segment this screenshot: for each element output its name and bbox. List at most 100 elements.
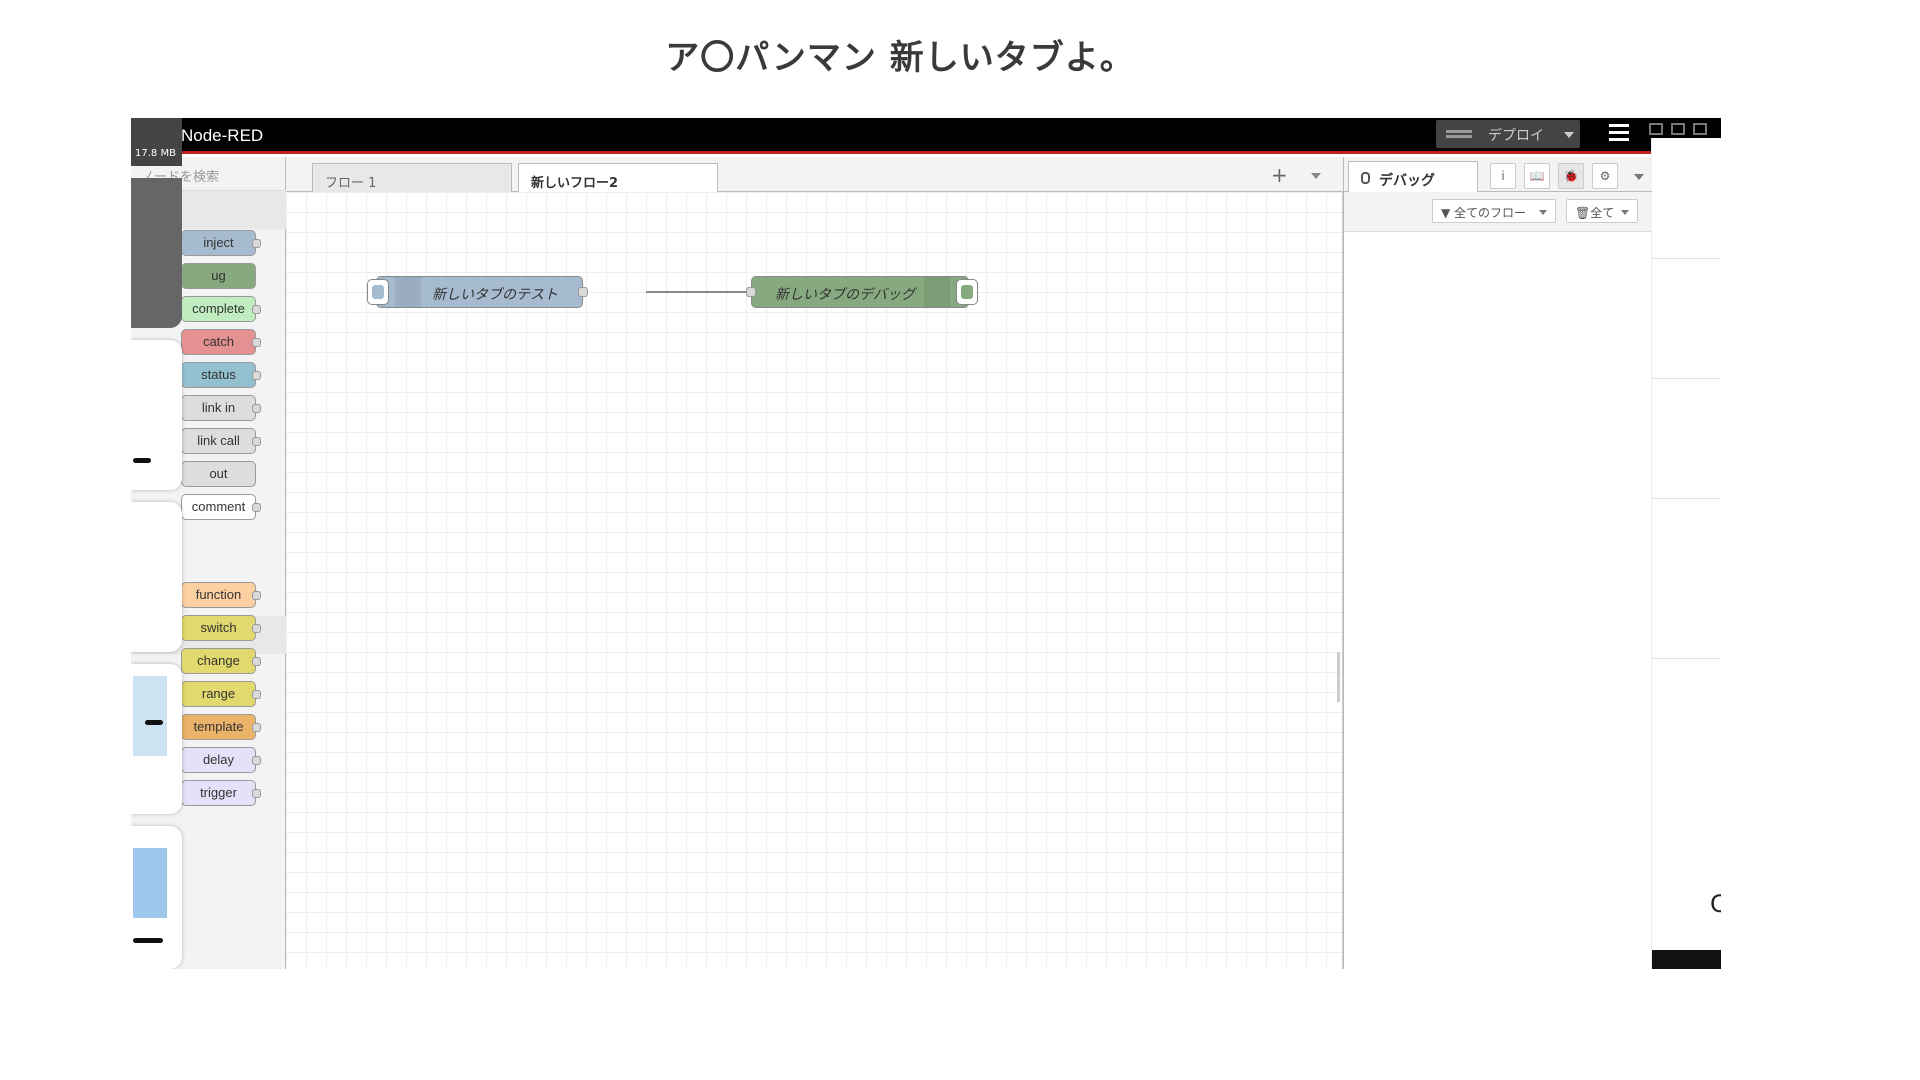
node-red-window: Node-RED デプロイ C ノードを検索 injectugcompletec… <box>131 118 1721 969</box>
debug-sidebar: デバッグ i 📖 🐞 ⚙ ▼ 全てのフロー 🗑全て <box>1343 157 1652 969</box>
background-bar <box>1652 950 1721 969</box>
palette-node-label: switch <box>200 620 237 635</box>
app-switcher-card[interactable] <box>131 340 182 490</box>
chevron-down-icon[interactable] <box>1634 174 1644 180</box>
palette-node[interactable]: comment <box>181 494 261 520</box>
palette-node-label: template <box>193 719 244 734</box>
palette-node[interactable]: link call <box>181 428 261 454</box>
palette-node[interactable]: switch <box>181 615 261 641</box>
memory-indicator: 17.8 MB <box>131 118 182 166</box>
output-port <box>252 503 261 512</box>
palette-node[interactable]: complete <box>181 296 261 322</box>
filter-flows-dropdown[interactable]: ▼ 全てのフロー <box>1432 199 1556 223</box>
deploy-button[interactable]: デプロイ <box>1436 120 1580 148</box>
output-port <box>252 624 261 633</box>
palette-node-label: ug <box>211 268 226 283</box>
palette-node-label: complete <box>192 301 245 316</box>
inject-node[interactable]: 新しいタブのテスト <box>367 276 588 308</box>
sidebar-toggle-icon[interactable] <box>1671 123 1685 135</box>
help-book-icon[interactable]: 📖 <box>1524 163 1550 189</box>
palette-node[interactable]: ug <box>181 263 256 289</box>
filter-label: 全てのフロー <box>1454 206 1527 220</box>
debug-toggle-button[interactable] <box>956 279 978 305</box>
app-title: Node-RED <box>181 126 264 145</box>
output-port <box>252 789 261 798</box>
header: Node-RED デプロイ <box>131 118 1721 154</box>
slide-title: ア〇パンマン 新しいタブよ。 <box>665 38 1135 78</box>
hamburger-menu-icon[interactable] <box>1609 124 1629 142</box>
bug-icon <box>1361 172 1370 184</box>
tab-new-flow-2[interactable]: 新しいフロー2 <box>518 163 718 193</box>
sidebar-resize-handle[interactable] <box>1337 652 1340 702</box>
palette-node[interactable]: status <box>181 362 261 388</box>
palette-node-label: inject <box>203 235 234 250</box>
app-switcher-card[interactable] <box>131 826 182 969</box>
palette-node-label: link call <box>197 433 240 448</box>
input-port[interactable] <box>746 287 756 297</box>
background-app-edge: C <box>1651 138 1721 969</box>
inject-trigger-button[interactable] <box>367 279 389 305</box>
palette-node[interactable]: link in <box>181 395 261 421</box>
palette-node-label: status <box>201 367 236 382</box>
tab-debug-label: デバッグ <box>1379 173 1435 189</box>
palette-node[interactable]: change <box>181 648 261 674</box>
app-switcher-card[interactable] <box>131 664 182 814</box>
sidebar-tabs: デバッグ i 📖 🐞 ⚙ <box>1344 157 1652 193</box>
partial-glyph: C <box>1710 890 1721 918</box>
memory-usage: 17.8 MB <box>135 148 176 159</box>
tab-debug[interactable]: デバッグ <box>1348 161 1478 193</box>
palette-node-label: change <box>197 653 240 668</box>
palette-node-label: comment <box>191 499 246 514</box>
output-port <box>252 371 261 380</box>
output-port <box>252 305 261 314</box>
debug-node-label: 新しいタブのデバッグ <box>775 287 915 303</box>
inject-node-label: 新しいタブのテスト <box>432 287 558 303</box>
output-port <box>252 756 261 765</box>
palette-node-label: range <box>201 686 236 701</box>
output-port <box>252 338 261 347</box>
deploy-label: デプロイ <box>1488 128 1544 144</box>
flow-canvas[interactable]: 新しいタブのテスト 新しいタブのデバッグ <box>286 192 1343 969</box>
deploy-icon <box>1446 130 1472 138</box>
layout-icon[interactable] <box>1649 123 1663 135</box>
palette-node[interactable]: trigger <box>181 780 261 806</box>
palette-node[interactable]: inject <box>181 230 261 256</box>
palette-node[interactable]: out <box>181 461 256 487</box>
output-port <box>252 690 261 699</box>
add-tab-icon[interactable]: + <box>1271 163 1288 187</box>
tab-list-icon[interactable] <box>1311 173 1321 179</box>
palette-node-label: out <box>209 466 228 481</box>
palette-node[interactable]: catch <box>181 329 261 355</box>
output-port[interactable] <box>578 287 588 297</box>
workspace-tabs: フロー 1 新しいフロー2 + <box>286 157 1343 193</box>
output-port <box>252 723 261 732</box>
palette-node-label: trigger <box>200 785 237 800</box>
debug-bug-icon[interactable]: 🐞 <box>1558 163 1584 189</box>
palette-node-label: delay <box>202 752 235 767</box>
output-port <box>252 591 261 600</box>
palette-node-label: catch <box>202 334 235 349</box>
palette-node-label: function <box>195 587 242 602</box>
arrow-icon <box>395 277 421 307</box>
palette-node-label: link in <box>201 400 236 415</box>
minimize-icon[interactable] <box>1693 123 1707 135</box>
output-port <box>252 437 261 446</box>
info-icon[interactable]: i <box>1490 163 1516 189</box>
app-switcher-card[interactable] <box>131 502 182 652</box>
debug-node[interactable]: 新しいタブのデバッグ <box>746 276 978 308</box>
clear-messages-dropdown[interactable]: 🗑全て <box>1566 199 1638 223</box>
palette-node[interactable]: template <box>181 714 261 740</box>
tab-flow-1[interactable]: フロー 1 <box>312 163 512 193</box>
debug-toolbar: ▼ 全てのフロー 🗑全て <box>1344 192 1652 232</box>
window-controls[interactable] <box>1649 120 1721 138</box>
chevron-down-icon[interactable] <box>1564 132 1574 138</box>
palette-node[interactable]: delay <box>181 747 261 773</box>
app-switcher-card-dark[interactable] <box>131 178 182 328</box>
palette-node[interactable]: range <box>181 681 261 707</box>
output-port <box>252 657 261 666</box>
clear-label: 全て <box>1590 206 1615 220</box>
palette-node[interactable]: function <box>181 582 261 608</box>
output-port <box>252 404 261 413</box>
wire[interactable] <box>646 291 757 293</box>
config-gear-icon[interactable]: ⚙ <box>1592 163 1618 189</box>
